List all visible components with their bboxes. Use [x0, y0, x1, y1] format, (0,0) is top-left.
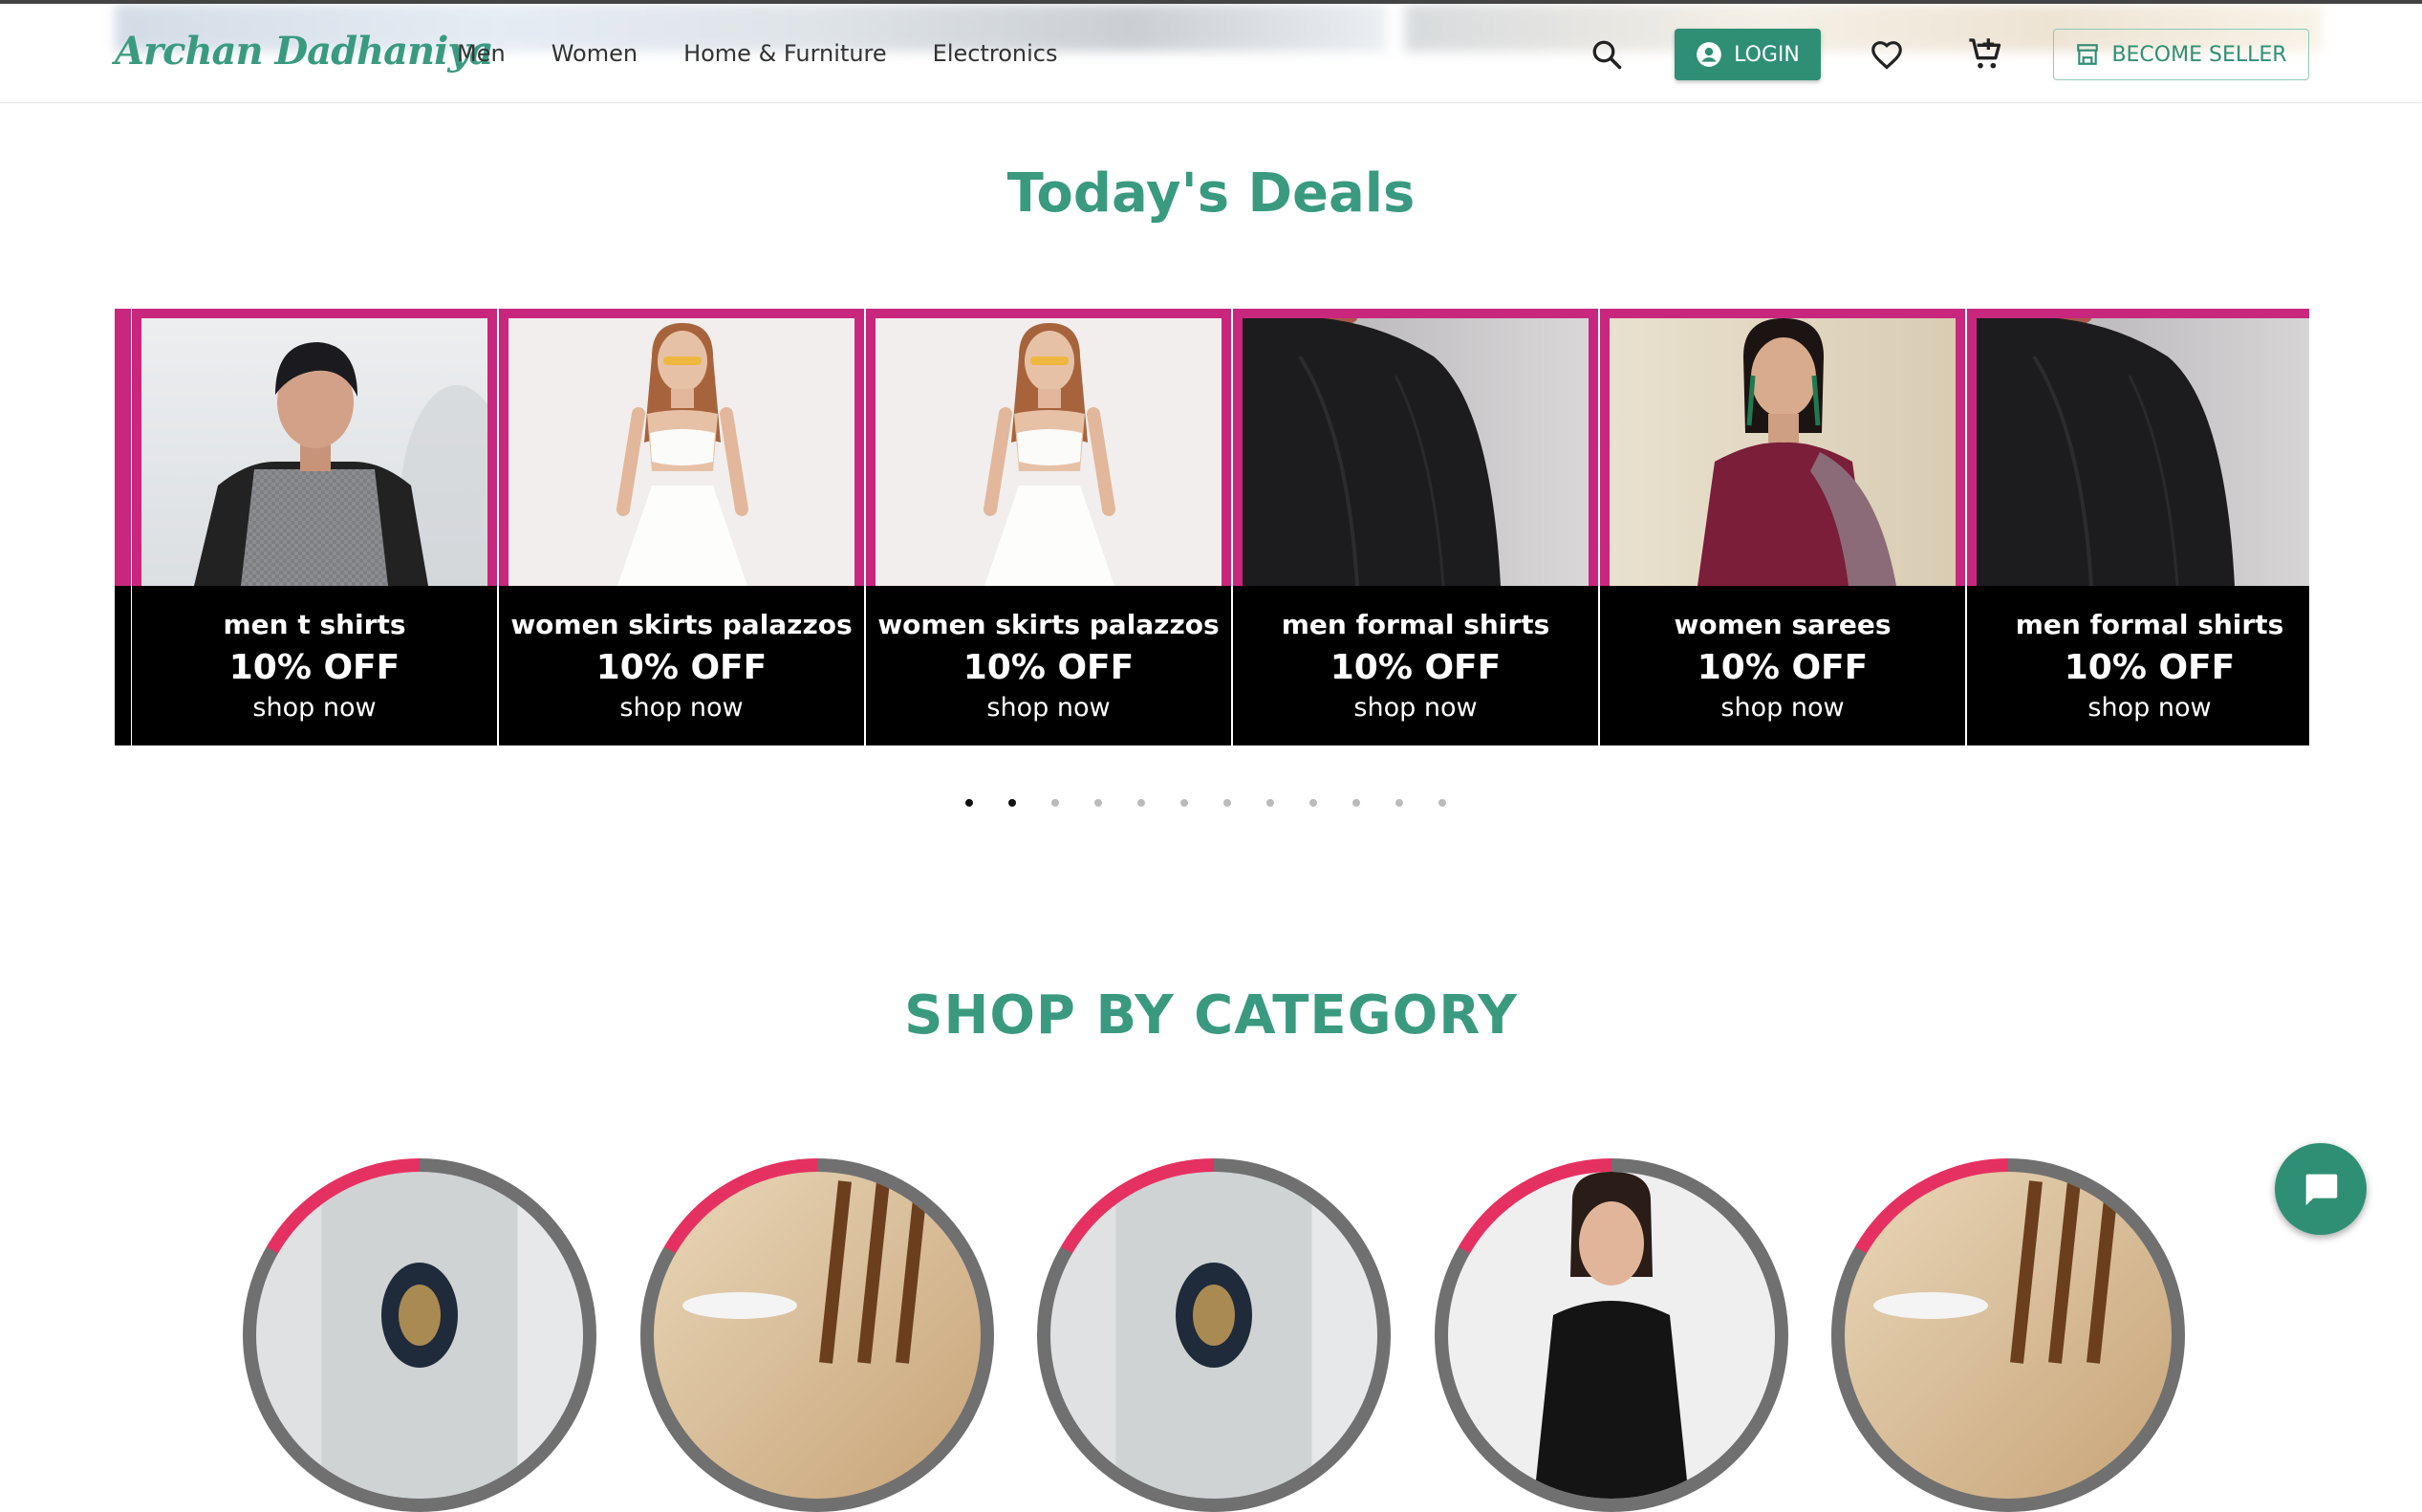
cart-icon: [1969, 38, 2001, 69]
deal-category-name: men formal shirts: [1281, 609, 1550, 640]
shop-now-link[interactable]: shop now: [1967, 693, 2309, 723]
deal-card-caption: women sarees 10% OFF shop now: [1600, 586, 1965, 745]
deal-card-caption: men t shirts 10% OFF shop now: [132, 586, 497, 745]
seller-label: BECOME SELLER: [2111, 42, 2287, 67]
deal-discount: 10% OFF: [595, 648, 768, 687]
store-icon: [2077, 44, 2099, 65]
deal-card[interactable]: women skirts palazzos 10% OFF shop now: [865, 309, 1231, 745]
login-button[interactable]: LOGIN: [1675, 29, 1821, 80]
deal-card-caption: women skirts palazzos 10% OFF shop now: [866, 586, 1231, 745]
deal-category-name: women skirts palazzos: [510, 609, 853, 640]
previous-card-edge: [115, 309, 131, 745]
category-tile[interactable]: [1037, 1158, 1391, 1512]
heart-icon: [1871, 41, 1902, 70]
account-circle-icon: [1697, 42, 1721, 67]
deal-card[interactable]: men t shirts 10% OFF shop now: [131, 309, 497, 745]
deal-card-caption: men formal shirts 10% OFF shop now: [1967, 586, 2309, 745]
shop-now-link[interactable]: shop now: [1233, 693, 1598, 723]
deal-card-photo: [866, 309, 1231, 586]
search-icon: [1592, 40, 1622, 70]
shop-now-link[interactable]: shop now: [1600, 693, 1965, 723]
carousel-dot[interactable]: [1266, 799, 1274, 807]
become-seller-button[interactable]: BECOME SELLER: [2053, 29, 2309, 80]
nav-link-men[interactable]: Men: [457, 40, 506, 67]
deal-card[interactable]: women skirts palazzos 10% OFF shop now: [498, 309, 864, 745]
category-image: [654, 1172, 981, 1499]
category-tile[interactable]: [243, 1158, 596, 1512]
carousel-dot[interactable]: [1438, 799, 1446, 807]
deal-card[interactable]: women sarees 10% OFF shop now: [1599, 309, 1965, 745]
deal-category-name: men formal shirts: [2015, 609, 2284, 640]
deal-card-photo: [1233, 309, 1598, 586]
shop-now-link[interactable]: shop now: [499, 693, 864, 723]
shop-by-category-heading: SHOP BY CATEGORY: [904, 984, 1518, 1047]
deal-card[interactable]: men formal shirts 10% OFF shop now: [1232, 309, 1598, 745]
carousel-dot[interactable]: [1094, 799, 1102, 807]
deal-discount: 10% OFF: [1330, 648, 1502, 687]
carousel-dot[interactable]: [1223, 799, 1231, 807]
deal-card[interactable]: men formal shirts 10% OFF shop now: [1966, 309, 2309, 745]
wishlist-button[interactable]: [1865, 32, 1909, 76]
carousel-dot[interactable]: [1395, 799, 1403, 807]
deal-category-name: women sarees: [1674, 609, 1892, 640]
category-tile[interactable]: [640, 1158, 994, 1512]
shop-now-link[interactable]: shop now: [132, 693, 497, 723]
nav-link-women[interactable]: Women: [551, 40, 638, 67]
deal-discount: 10% OFF: [2064, 648, 2236, 687]
category-tile[interactable]: [1831, 1158, 2185, 1512]
category-image: [1845, 1172, 2172, 1499]
brand-logo[interactable]: Archan Dadhaniya: [115, 29, 493, 74]
carousel-dot[interactable]: [1180, 799, 1188, 807]
deal-card-photo: [499, 309, 864, 586]
site-header: Archan Dadhaniya Men Women Home & Furnit…: [0, 4, 2422, 103]
carousel-pagination: [965, 799, 1446, 807]
deal-card-photo: [1600, 309, 1965, 586]
login-label: LOGIN: [1734, 42, 1800, 67]
nav-link-electronics[interactable]: Electronics: [933, 40, 1058, 67]
deals-carousel[interactable]: men t shirts 10% OFF shop now women skir…: [115, 309, 2309, 745]
deal-category-name: men t shirts: [223, 609, 406, 640]
category-image: [1448, 1172, 1775, 1499]
deal-card-photo: [132, 309, 497, 586]
shop-now-link[interactable]: shop now: [866, 693, 1231, 723]
deal-category-name: women skirts palazzos: [877, 609, 1220, 640]
cart-button[interactable]: [1963, 32, 2007, 76]
carousel-dot[interactable]: [1051, 799, 1059, 807]
carousel-dot[interactable]: [965, 799, 973, 807]
deal-discount: 10% OFF: [1697, 648, 1869, 687]
deal-discount: 10% OFF: [962, 648, 1135, 687]
search-button[interactable]: [1585, 32, 1629, 76]
deal-discount: 10% OFF: [228, 648, 400, 687]
deal-card-photo: [1967, 309, 2309, 586]
deal-card-caption: women skirts palazzos 10% OFF shop now: [499, 586, 864, 745]
nav-link-home-furniture[interactable]: Home & Furniture: [683, 40, 887, 67]
carousel-dot[interactable]: [1137, 799, 1145, 807]
chat-button[interactable]: [2275, 1143, 2367, 1235]
carousel-dot[interactable]: [1309, 799, 1317, 807]
category-image: [256, 1172, 583, 1499]
main-nav: Men Women Home & Furniture Electronics: [457, 40, 1057, 67]
carousel-dot[interactable]: [1008, 799, 1016, 807]
todays-deals-heading: Today's Deals: [1006, 162, 1416, 225]
category-image: [1050, 1172, 1377, 1499]
category-tile[interactable]: [1435, 1158, 1788, 1512]
chat-icon: [2305, 1174, 2338, 1206]
carousel-dot[interactable]: [1352, 799, 1360, 807]
deal-card-caption: men formal shirts 10% OFF shop now: [1233, 586, 1598, 745]
